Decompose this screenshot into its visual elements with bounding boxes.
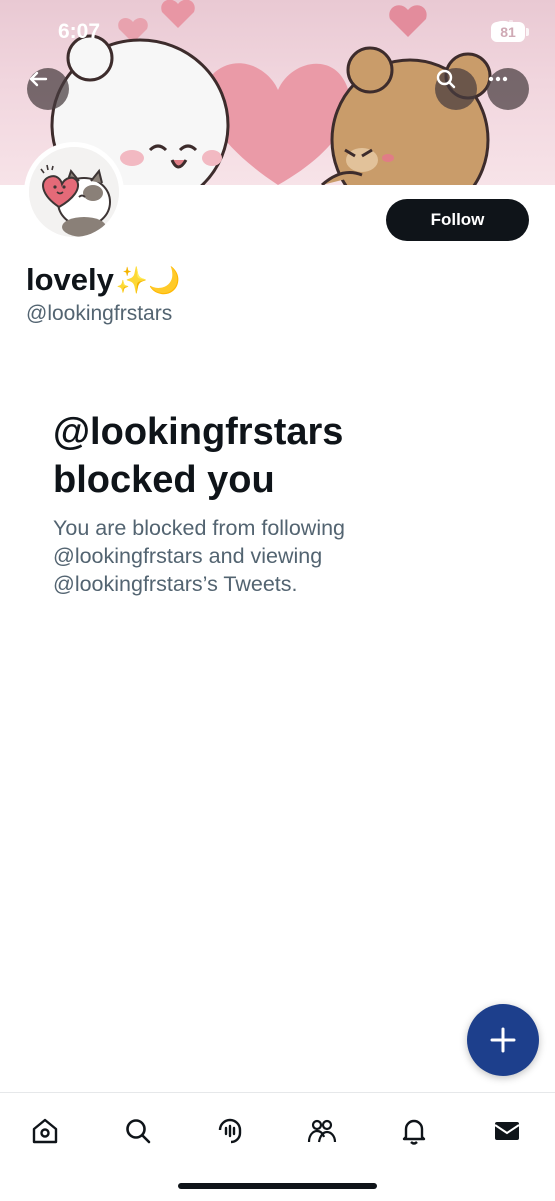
- mail-icon: [494, 1122, 520, 1140]
- compose-tweet-button[interactable]: [467, 1004, 539, 1076]
- profile-handle: @lookingfrstars: [26, 302, 173, 325]
- search-button[interactable]: [435, 68, 477, 110]
- home-icon: [32, 1118, 58, 1144]
- more-icon: [488, 76, 508, 82]
- arrow-left-icon: [29, 71, 48, 87]
- nav-messages[interactable]: [485, 1109, 529, 1153]
- display-name: lovely ✨🌙: [26, 262, 181, 298]
- search-icon: [126, 1119, 151, 1144]
- display-name-text: lovely: [26, 262, 114, 297]
- more-button[interactable]: [487, 68, 529, 110]
- nav-communities[interactable]: [300, 1109, 344, 1153]
- blocked-title: @lookingfrstars blocked you: [53, 411, 344, 501]
- avatar-image: [29, 147, 119, 237]
- plus-icon: [490, 1027, 516, 1053]
- avatar[interactable]: [24, 142, 124, 242]
- status-time: 6:07: [58, 20, 101, 43]
- home-indicator: [178, 1183, 377, 1189]
- status-icons: 81: [491, 20, 529, 44]
- search-icon: [436, 69, 456, 89]
- display-name-emoji: ✨🌙: [115, 264, 181, 295]
- nav-explore[interactable]: [116, 1109, 160, 1153]
- communities-icon: [307, 1119, 337, 1143]
- nav-spaces[interactable]: [208, 1109, 252, 1153]
- bell-icon: [402, 1119, 426, 1145]
- blocked-description: You are blocked from following @lookingf…: [53, 516, 346, 596]
- follow-button[interactable]: Follow: [386, 199, 529, 241]
- back-button[interactable]: [27, 68, 69, 110]
- spaces-icon: [218, 1118, 242, 1144]
- battery-indicator: 81: [491, 22, 529, 42]
- nav-notifications[interactable]: [392, 1109, 436, 1153]
- nav-home[interactable]: [23, 1109, 67, 1153]
